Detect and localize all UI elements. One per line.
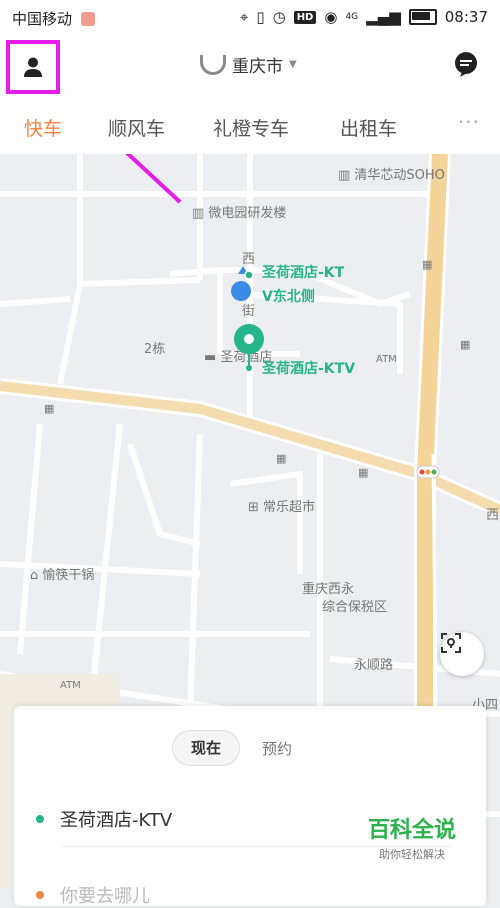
- bus-stop-icon[interactable]: ▦: [44, 402, 54, 415]
- hd-badge: HD: [293, 10, 317, 24]
- poi-atm-1[interactable]: ATM: [376, 354, 397, 365]
- notification-icon: [80, 12, 95, 26]
- origin-text: 圣荷酒店-KTV: [60, 810, 173, 831]
- street-char-1: 西: [242, 252, 256, 267]
- app-header: 重庆市 ▼: [0, 34, 500, 96]
- origin-field[interactable]: 圣荷酒店-KTV: [36, 806, 172, 832]
- person-icon: [24, 57, 42, 77]
- building-icon: ▥: [338, 168, 355, 183]
- bed-icon: ▬: [204, 350, 221, 365]
- origin-dot-icon: [36, 815, 44, 823]
- tab-hitchhike[interactable]: 顺风车: [108, 114, 165, 141]
- carrier-name: 中国移动: [12, 8, 95, 29]
- clock: 08:37: [444, 8, 488, 26]
- network-type: 4G: [345, 12, 359, 22]
- profile-button[interactable]: [6, 40, 60, 94]
- watermark-logo: 百科全说 助你轻松解决: [367, 818, 456, 861]
- didi-logo-icon: [200, 54, 226, 75]
- locate-button[interactable]: [440, 632, 484, 676]
- poi-yucuo[interactable]: ⌂ 愉筷干锅: [30, 564, 94, 583]
- signal-icon: ▂▄▆: [366, 8, 401, 26]
- poi-tsinghua[interactable]: ▥ 清华芯动SOHO: [338, 164, 445, 183]
- poi-changle[interactable]: ⊞ 常乐超市: [248, 496, 315, 515]
- chevron-down-icon: ▼: [289, 59, 297, 70]
- map-pin-icon[interactable]: [232, 324, 266, 374]
- poi-building2: 2栋: [144, 342, 166, 357]
- bus-stop-icon[interactable]: ▦: [422, 258, 432, 271]
- location-icon: ⌖: [239, 8, 249, 26]
- bus-stop-icon[interactable]: ▦: [358, 466, 368, 479]
- vibrate-icon: ▯: [256, 8, 265, 26]
- eye-icon: ◉: [324, 8, 338, 26]
- building-icon: ▥: [192, 206, 209, 221]
- schedule-button[interactable]: 预约: [262, 738, 292, 759]
- pin-label[interactable]: 圣荷酒店-KTV: [262, 358, 355, 378]
- poi-chongqing-west[interactable]: 重庆西永: [302, 578, 354, 597]
- bus-stop-icon[interactable]: ▦: [276, 452, 286, 465]
- destination-placeholder: 你要去哪儿: [60, 886, 150, 907]
- poi-weidian[interactable]: ▥ 微电园研发楼: [192, 202, 286, 221]
- tab-express[interactable]: 快车: [24, 114, 62, 141]
- now-button[interactable]: 现在: [172, 730, 241, 766]
- destination-field[interactable]: 你要去哪儿: [36, 882, 150, 908]
- pickup-label-line1[interactable]: 圣荷酒店-KT: [262, 262, 344, 282]
- poi-bonded-zone: 综合保税区: [322, 600, 388, 615]
- bus-stop-icon[interactable]: ▦: [460, 338, 470, 351]
- tab-taxi[interactable]: 出租车: [340, 114, 397, 141]
- city-name: 重庆市: [232, 57, 283, 77]
- restaurant-icon: ⌂: [30, 568, 43, 583]
- pickup-dot-icon: [244, 270, 254, 280]
- chat-bubble-icon[interactable]: [452, 50, 480, 78]
- time-toggle: 现在 预约: [172, 730, 292, 766]
- locate-icon: [441, 633, 461, 653]
- road-yongshun: 永顺路: [354, 658, 394, 673]
- more-tabs-button[interactable]: ···: [458, 110, 480, 134]
- alarm-icon: ◷: [272, 8, 286, 26]
- status-bar: 中国移动 ⌖ ▯ ◷ HD ◉ 4G ▂▄▆ 08:37: [0, 0, 500, 34]
- cart-icon: ⊞: [248, 500, 264, 515]
- road-label-west: 西: [486, 508, 500, 523]
- destination-dot-icon: [36, 891, 44, 899]
- battery-icon: [408, 9, 437, 25]
- tab-premier[interactable]: 礼橙专车: [213, 114, 289, 141]
- status-icons: ⌖ ▯ ◷ HD ◉ 4G ▂▄▆ 08:37: [240, 8, 488, 26]
- ride-request-card: 现在 预约 圣荷酒店-KTV 你要去哪儿: [14, 706, 486, 908]
- service-tabs: 快车 顺风车 礼橙专车 出租车 ···: [0, 96, 500, 154]
- poi-atm-2[interactable]: ATM: [60, 680, 81, 691]
- pickup-label-line2[interactable]: V东北侧: [262, 286, 315, 306]
- city-selector[interactable]: 重庆市 ▼: [200, 52, 297, 77]
